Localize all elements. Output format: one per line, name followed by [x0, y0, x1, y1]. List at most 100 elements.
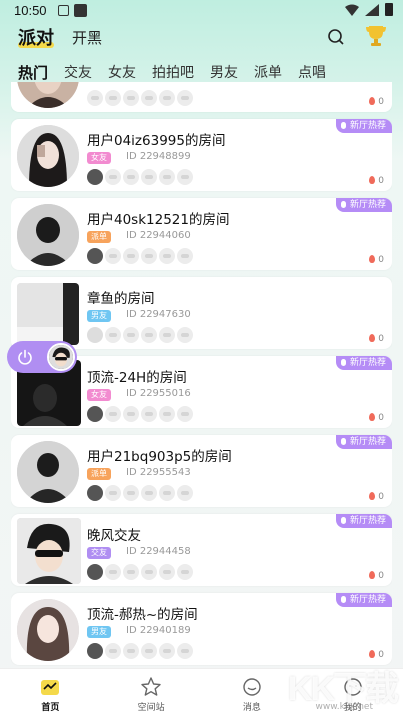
category-tab-boyfriend[interactable]: 男友 [210, 62, 238, 83]
tab-party[interactable]: 派对 [18, 24, 54, 50]
current-room-avatar[interactable] [47, 343, 75, 371]
status-bar: 10:50 [0, 0, 403, 22]
seat [123, 327, 139, 343]
room-badge: 女友 [87, 152, 111, 164]
hot-tag: 新厅热荐 [335, 198, 392, 212]
seat-row [87, 327, 193, 343]
room-list: 0 新厅热荐 用户04iz63995的房间 女友 ID 22948899 0 新… [11, 82, 392, 666]
seat-avatar [87, 248, 103, 264]
seat-row [87, 248, 193, 264]
seat-avatar [87, 169, 103, 185]
room-card[interactable]: 新厅热荐 顶流-郝热~的房间 男友 ID 22940189 0 [11, 593, 392, 665]
search-icon[interactable] [327, 28, 345, 46]
room-title: 用户21bq903p5的房间 [87, 449, 232, 465]
floating-room-button[interactable] [7, 341, 77, 373]
room-badge: 男友 [87, 626, 111, 638]
seat [177, 406, 193, 422]
seat [159, 169, 175, 185]
category-tabs: 热门 交友 女友 拍拍吧 男友 派单 点唱 [18, 62, 342, 83]
seat [159, 327, 175, 343]
message-icon [243, 678, 261, 696]
heat-count: 0 [369, 492, 384, 502]
room-title: 晚风交友 [87, 528, 141, 544]
seat [105, 327, 121, 343]
nav-space-station[interactable]: 空间站 [101, 669, 202, 716]
room-card[interactable]: 新厅热荐 用户21bq903p5的房间 派单 ID 22955543 0 [11, 435, 392, 507]
nav-home-label: 首页 [41, 703, 60, 713]
home-icon [41, 680, 60, 695]
seat-avatar [87, 643, 103, 659]
nav-home[interactable]: 首页 [0, 669, 101, 716]
category-tab-friends[interactable]: 交友 [64, 62, 92, 83]
category-tab-photo[interactable]: 拍拍吧 [152, 62, 194, 83]
room-card[interactable]: 章鱼的房间 男友 ID 22947630 0 [11, 277, 392, 349]
room-title: 章鱼的房间 [87, 291, 155, 307]
seat [177, 169, 193, 185]
seat [159, 643, 175, 659]
wifi-icon [345, 4, 359, 16]
status-time: 10:50 [14, 3, 47, 18]
seat [105, 169, 121, 185]
heat-count: 0 [369, 97, 384, 107]
seat-avatar [87, 327, 103, 343]
room-cover [17, 204, 79, 266]
star-icon [141, 677, 161, 696]
room-title: 顶流-24H的房间 [87, 370, 187, 386]
hot-tag: 新厅热荐 [335, 119, 392, 133]
seat-row [87, 564, 193, 580]
room-badge: 男友 [87, 310, 111, 322]
category-tab-sing[interactable]: 点唱 [298, 62, 326, 83]
room-badge: 交友 [87, 547, 111, 559]
heat-count: 0 [369, 255, 384, 265]
seat [105, 643, 121, 659]
seat [105, 248, 121, 264]
seat-row [87, 169, 193, 185]
seat [141, 90, 157, 106]
seat-row [87, 406, 193, 422]
seat-avatar [87, 564, 103, 580]
watermark-url: www.kkx.net [315, 702, 374, 712]
seat [177, 643, 193, 659]
room-card[interactable]: 新厅热荐 晚风交友 交友 ID 22944458 0 [11, 514, 392, 586]
seat [123, 485, 139, 501]
category-tab-girlfriend[interactable]: 女友 [108, 62, 136, 83]
seat [159, 406, 175, 422]
hot-tag: 新厅热荐 [335, 514, 392, 528]
seat [105, 485, 121, 501]
seat-row [87, 643, 193, 659]
room-id: ID 22944458 [126, 546, 191, 557]
room-title: 顶流-郝热~的房间 [87, 607, 198, 623]
room-cover [17, 599, 79, 661]
trophy-icon[interactable] [365, 24, 387, 48]
seat-avatar [87, 406, 103, 422]
hot-tag: 新厅热荐 [335, 593, 392, 607]
signal-icon [365, 3, 379, 16]
hot-tag: 新厅热荐 [335, 435, 392, 449]
room-card[interactable]: 新厅热荐 用户40sk12521的房间 派单 ID 22944060 0 [11, 198, 392, 270]
room-id: ID 22944060 [126, 230, 191, 241]
seat [177, 327, 193, 343]
battery-icon [385, 3, 393, 16]
room-id: ID 22940189 [126, 625, 191, 636]
power-icon[interactable] [17, 349, 33, 365]
seat [141, 643, 157, 659]
room-cover [17, 82, 79, 108]
room-card[interactable]: 新厅热荐 用户04iz63995的房间 女友 ID 22948899 0 [11, 119, 392, 191]
notification-square-icon [74, 4, 87, 17]
category-tab-orders[interactable]: 派单 [254, 62, 282, 83]
category-tab-hot[interactable]: 热门 [18, 62, 48, 83]
tab-game[interactable]: 开黑 [72, 27, 102, 48]
seat [177, 248, 193, 264]
room-card[interactable]: 0 [11, 82, 392, 112]
seat [159, 90, 175, 106]
room-badge: 派单 [87, 231, 111, 243]
heat-count: 0 [369, 334, 384, 344]
room-id: ID 22947630 [126, 309, 191, 320]
seat-row [87, 485, 193, 501]
room-cover [17, 125, 79, 187]
heat-count: 0 [369, 176, 384, 186]
seat-avatar [87, 485, 103, 501]
seat [105, 90, 121, 106]
seat [177, 485, 193, 501]
seat [123, 169, 139, 185]
